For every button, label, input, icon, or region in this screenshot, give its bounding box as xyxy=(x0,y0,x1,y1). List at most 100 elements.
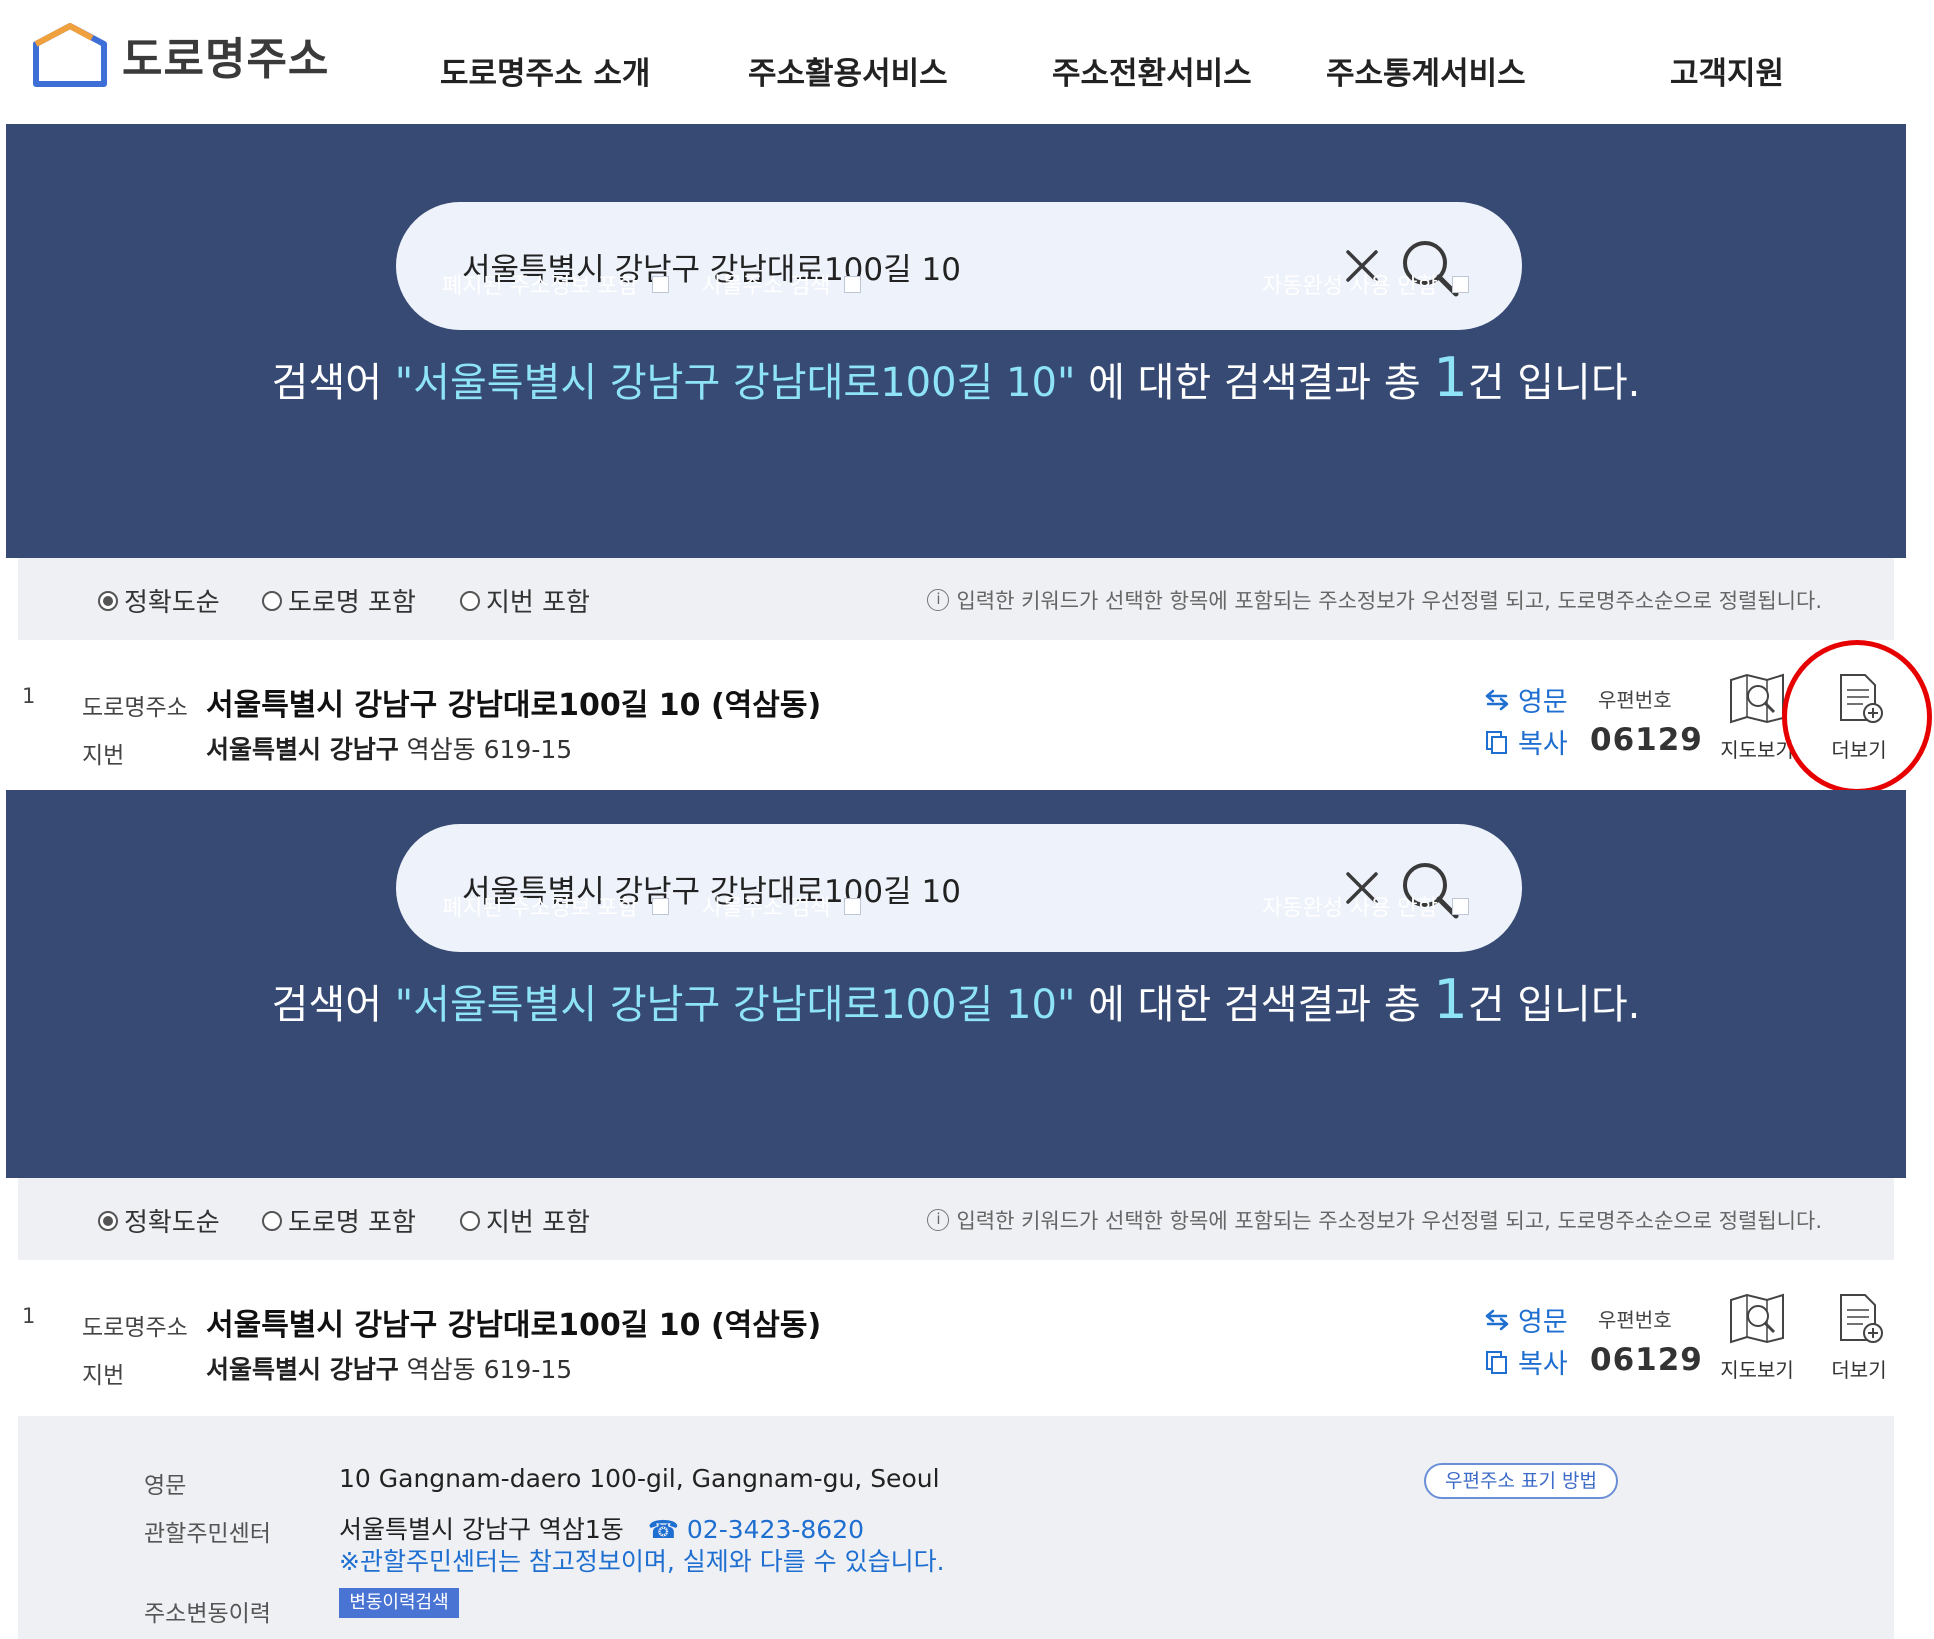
search-box xyxy=(396,202,1522,330)
copy-button[interactable]: 복사 xyxy=(1484,1342,1568,1381)
result-number: 1 xyxy=(22,684,36,708)
english-label: 영문 xyxy=(1518,1307,1568,1338)
sort-info: i 입력한 키워드가 선택한 항목에 포함되는 주소정보가 우선정렬 되고, 도… xyxy=(927,585,1822,615)
road-address: 서울특별시 강남구 강남대로100길 10 (역삼동) xyxy=(206,688,822,723)
english-button[interactable]: 영문 xyxy=(1484,680,1568,719)
radio-icon xyxy=(460,590,480,611)
center-note: ※관할주민센터는 참고정보이며, 실제와 다를 수 있습니다. xyxy=(339,1547,945,1576)
highlight-circle xyxy=(1782,640,1932,794)
thing-checkbox[interactable] xyxy=(844,275,862,293)
document-plus-icon xyxy=(1840,1294,1883,1343)
zip-code: 06129 xyxy=(1590,722,1703,758)
road-label: 도로명주소 xyxy=(82,1315,188,1341)
option-thing-2: 사물주소 검색 xyxy=(702,890,862,922)
info-icon: i xyxy=(927,589,950,611)
more-button[interactable]: 더보기 xyxy=(1814,1292,1904,1383)
option-thing-label: 사물주소 검색 xyxy=(702,274,831,299)
option-thing: 사물주소 검색 xyxy=(702,268,862,300)
search-band: 폐지된 주소정보 포함 사물주소 검색 자동완성 사용 안함 검색어 "서울특별… xyxy=(6,124,1906,558)
nav-utilization[interactable]: 주소활용서비스 xyxy=(748,48,948,93)
radio-icon xyxy=(262,1210,282,1231)
copy-label: 복사 xyxy=(1518,729,1568,760)
copy-icon xyxy=(1486,730,1507,754)
nav-support[interactable]: 고객지원 xyxy=(1670,48,1784,93)
detail-history-label: 주소변동이력 xyxy=(144,1601,271,1627)
sort-accuracy-label: 정확도순 xyxy=(124,588,220,618)
map-icon xyxy=(1730,673,1784,724)
abolished-checkbox[interactable] xyxy=(652,897,670,915)
detail-center: 서울특별시 강남구 역삼1동 ☎ 02-3423-8620 xyxy=(339,1510,864,1546)
sort-jibun[interactable]: 지번 포함 xyxy=(460,582,590,619)
sort-jibun-label: 지번 포함 xyxy=(486,1208,590,1238)
summary-keyword: "서울특별시 강남구 강남대로100길 10" xyxy=(394,360,1076,406)
nav-statistics[interactable]: 주소통계서비스 xyxy=(1326,48,1526,93)
summary-middle: 에 대한 검색결과 총 xyxy=(1075,982,1434,1028)
sort-info-text: 입력한 키워드가 선택한 항목에 포함되는 주소정보가 우선정렬 되고, 도로명… xyxy=(956,1209,1822,1233)
summary-keyword: "서울특별시 강남구 강남대로100길 10" xyxy=(394,982,1076,1028)
map-label: 지도보기 xyxy=(1720,1358,1794,1382)
summary-prefix: 검색어 xyxy=(271,360,395,406)
sort-accuracy[interactable]: 정확도순 xyxy=(98,1202,220,1239)
nav-intro[interactable]: 도로명주소 소개 xyxy=(440,48,650,93)
thing-checkbox[interactable] xyxy=(844,897,862,915)
summary-count: 1 xyxy=(1433,346,1468,409)
zip-method-button[interactable]: 우편주소 표기 방법 xyxy=(1424,1463,1618,1499)
map-icon xyxy=(1730,1293,1784,1344)
autocomplete-checkbox[interactable] xyxy=(1451,275,1469,293)
jibun-rest: 역삼동 619-15 xyxy=(398,735,573,764)
abolished-checkbox[interactable] xyxy=(652,275,670,293)
option-autocomplete-2: 자동완성 사용 안함 xyxy=(1262,890,1469,922)
zip-label: 우편번호 xyxy=(1598,1308,1672,1332)
option-abolished-2: 폐지된 주소정보 포함 xyxy=(442,890,670,922)
detail-english-value: 10 Gangnam-daero 100-gil, Gangnam-gu, Se… xyxy=(339,1464,940,1493)
option-autocomplete-label: 자동완성 사용 안함 xyxy=(1262,274,1438,299)
option-autocomplete: 자동완성 사용 안함 xyxy=(1262,268,1469,300)
detail-english-label: 영문 xyxy=(144,1473,187,1499)
main-nav: 도로명주소 소개 주소활용서비스 주소전환서비스 주소통계서비스 고객지원 xyxy=(0,48,1934,98)
option-abolished-label: 폐지된 주소정보 포함 xyxy=(442,274,639,299)
nav-conversion[interactable]: 주소전환서비스 xyxy=(1052,48,1252,93)
sort-info: i 입력한 키워드가 선택한 항목에 포함되는 주소정보가 우선정렬 되고, 도… xyxy=(927,1205,1822,1235)
swap-icon xyxy=(1485,1309,1509,1330)
search-band-2: 폐지된 주소정보 포함 사물주소 검색 자동완성 사용 안함 검색어 "서울특별… xyxy=(6,790,1906,1178)
detail-center-label: 관할주민센터 xyxy=(144,1521,271,1547)
result-summary-2: 검색어 "서울특별시 강남구 강남대로100길 10" 에 대한 검색결과 총 … xyxy=(6,968,1906,1031)
sort-bar: 정확도순 도로명 포함 지번 포함 i 입력한 키워드가 선택한 항목에 포함되… xyxy=(18,558,1894,640)
sort-jibun[interactable]: 지번 포함 xyxy=(460,1202,590,1239)
result-summary: 검색어 "서울특별시 강남구 강남대로100길 10" 에 대한 검색결과 총 … xyxy=(6,346,1906,409)
zip-code: 06129 xyxy=(1590,1342,1703,1378)
map-button[interactable]: 지도보기 xyxy=(1712,1292,1802,1383)
result-row-2: 1 도로명주소 서울특별시 강남구 강남대로100길 10 (역삼동) 지번 서… xyxy=(6,1260,1906,1410)
jibun-label: 지번 xyxy=(82,743,125,769)
history-search-button[interactable]: 변동이력검색 xyxy=(339,1588,459,1618)
center-phone[interactable]: ☎ 02-3423-8620 xyxy=(648,1515,864,1544)
detail-panel: 영문 10 Gangnam-daero 100-gil, Gangnam-gu,… xyxy=(18,1416,1894,1639)
radio-icon xyxy=(98,590,118,611)
summary-count: 1 xyxy=(1433,968,1468,1031)
sort-road[interactable]: 도로명 포함 xyxy=(262,1202,416,1239)
autocomplete-checkbox[interactable] xyxy=(1451,897,1469,915)
sort-info-text: 입력한 키워드가 선택한 항목에 포함되는 주소정보가 우선정렬 되고, 도로명… xyxy=(956,589,1822,613)
option-abolished-label: 폐지된 주소정보 포함 xyxy=(442,896,639,921)
sort-road[interactable]: 도로명 포함 xyxy=(262,582,416,619)
summary-suffix: 건 입니다. xyxy=(1467,360,1641,406)
english-button[interactable]: 영문 xyxy=(1484,1300,1568,1339)
radio-icon xyxy=(98,1210,118,1231)
sort-accuracy[interactable]: 정확도순 xyxy=(98,582,220,619)
copy-button[interactable]: 복사 xyxy=(1484,722,1568,761)
jibun-bold: 서울특별시 강남구 xyxy=(206,1355,399,1384)
result-number: 1 xyxy=(22,1304,36,1328)
result-row: 1 도로명주소 서울특별시 강남구 강남대로100길 10 (역삼동) 지번 서… xyxy=(6,640,1906,790)
site-header: 도로명주소 도로명주소 소개 주소활용서비스 주소전환서비스 주소통계서비스 고… xyxy=(0,0,1934,124)
road-label: 도로명주소 xyxy=(82,695,188,721)
info-icon: i xyxy=(927,1209,950,1231)
summary-suffix: 건 입니다. xyxy=(1467,982,1641,1028)
sort-jibun-label: 지번 포함 xyxy=(486,588,590,618)
copy-label: 복사 xyxy=(1518,1349,1568,1380)
search-box-2 xyxy=(396,824,1522,952)
jibun-rest: 역삼동 619-15 xyxy=(398,1355,573,1384)
jibun-address: 서울특별시 강남구 역삼동 619-15 xyxy=(206,1350,572,1386)
sort-road-label: 도로명 포함 xyxy=(288,1208,416,1238)
jibun-address: 서울특별시 강남구 역삼동 619-15 xyxy=(206,730,572,766)
sort-accuracy-label: 정확도순 xyxy=(124,1208,220,1238)
